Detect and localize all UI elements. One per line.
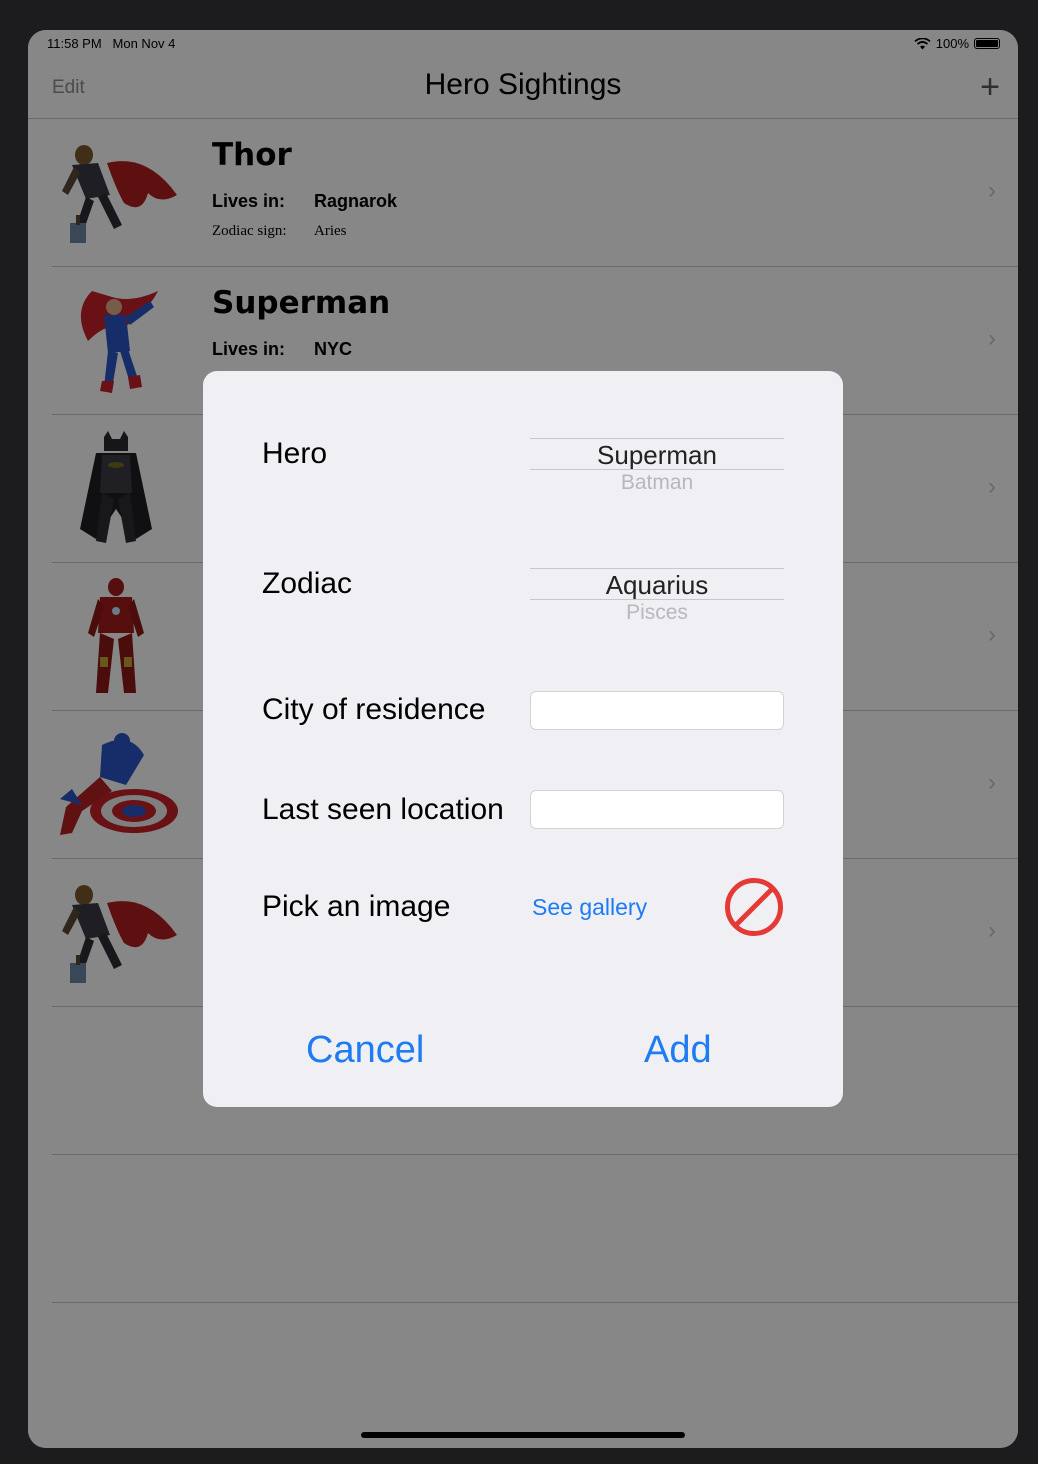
zodiac-picker[interactable]: Aquarius Pisces xyxy=(530,567,784,619)
see-gallery-link[interactable]: See gallery xyxy=(532,894,647,921)
last-seen-location-label: Last seen location xyxy=(262,793,504,826)
picker-divider xyxy=(530,599,784,600)
pick-image-label: Pick an image xyxy=(262,890,451,923)
picker-divider xyxy=(530,469,784,470)
no-image-icon[interactable] xyxy=(724,877,784,937)
hero-picker[interactable]: Superman Batman xyxy=(530,437,784,489)
city-of-residence-field[interactable] xyxy=(530,691,784,730)
last-seen-location-field[interactable] xyxy=(530,790,784,829)
zodiac-picker-next: Pisces xyxy=(626,601,688,619)
hero-picker-selected: Superman xyxy=(597,440,717,470)
home-indicator[interactable] xyxy=(361,1432,685,1438)
ipad-screen: 11:58 PM Mon Nov 4 100% Edit Hero Sighti… xyxy=(28,30,1018,1448)
picker-divider xyxy=(530,438,784,439)
hero-picker-next: Batman xyxy=(620,471,694,489)
hero-label: Hero xyxy=(262,437,328,470)
add-confirm-button[interactable]: Add xyxy=(644,1029,712,1072)
city-of-residence-label: City of residence xyxy=(262,693,486,726)
zodiac-picker-selected: Aquarius xyxy=(605,570,709,600)
picker-divider xyxy=(530,568,784,569)
zodiac-label: Zodiac xyxy=(262,567,353,600)
cancel-button[interactable]: Cancel xyxy=(306,1029,424,1072)
add-sighting-dialog: Hero Superman Batman Zodiac Aquarius Pis… xyxy=(203,371,843,1107)
